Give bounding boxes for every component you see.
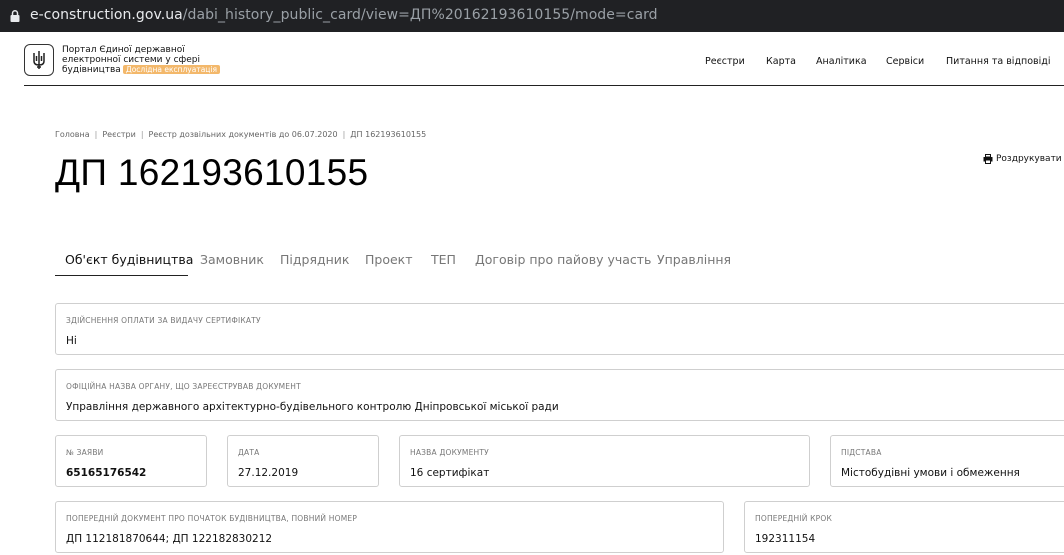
field-document-name-label: Назва документу (410, 448, 489, 457)
field-date-label: Дата (238, 448, 260, 457)
url-path: /dabi_history_public_card/view=ДП%201621… (182, 7, 658, 23)
browser-address-bar[interactable]: e-construction.gov.ua/dabi_history_publi… (0, 0, 1064, 32)
portal-title[interactable]: Портал Єдиної державної електронної сист… (62, 45, 222, 75)
field-payment-label: Здійснення оплати за видачу сертифікату (66, 316, 261, 325)
tab-equity-agreement[interactable]: Договір про пайову участь (475, 252, 651, 267)
field-basis-label: Підстава (841, 448, 882, 457)
nav-registries[interactable]: Реєстри (705, 56, 745, 67)
field-authority-value: Управління державного архітектурно-будів… (66, 401, 559, 413)
tab-construction-object[interactable]: Об'єкт будівництва (65, 252, 193, 267)
tab-management[interactable]: Управління (657, 252, 731, 267)
page-title: ДП 162193610155 (55, 152, 369, 193)
nav-services[interactable]: Сервіси (886, 56, 924, 67)
field-payment: Здійснення оплати за видачу сертифікату … (55, 303, 1064, 355)
trial-badge: Дослідна експлуатація (122, 65, 221, 74)
field-previous-document-label: Попередній документ про початок будівниц… (66, 514, 358, 523)
breadcrumb: Головна | Реєстри | Реєстр дозвільних докуме… (55, 130, 427, 139)
field-basis: Підстава Містобудівні умови і обмеження (830, 435, 1064, 487)
breadcrumb-current: ДП 162193610155 (350, 130, 427, 139)
url-text[interactable]: e-construction.gov.ua/dabi_history_publi… (30, 7, 658, 23)
field-basis-value: Містобудівні умови і обмеження (841, 467, 1020, 479)
site-header: Портал Єдиної державної електронної сист… (24, 32, 1064, 86)
trident-logo[interactable] (24, 44, 54, 76)
url-host: e-construction.gov.ua (30, 7, 183, 23)
field-document-name: Назва документу 16 сертифікат (399, 435, 810, 487)
lock-icon (10, 10, 20, 22)
portal-title-line3: будівництва (62, 65, 121, 75)
field-application-number-label: № заяви (66, 448, 104, 457)
printer-icon (983, 154, 993, 164)
field-previous-step-value: 192311154 (755, 533, 816, 545)
trident-icon (33, 51, 45, 69)
tab-customer[interactable]: Замовник (200, 252, 264, 267)
tab-tep[interactable]: ТЕП (431, 252, 456, 267)
breadcrumb-registry[interactable]: Реєстр дозвільних документів до 06.07.20… (149, 130, 338, 139)
print-button[interactable]: Роздрукувати (983, 154, 1062, 164)
field-application-number: № заяви 65165176542 (55, 435, 207, 487)
field-authority-label: Офіційна назва органу, що зареєстрував д… (66, 382, 301, 391)
portal-title-line2: електронної системи у сфері (62, 55, 200, 65)
field-previous-document-value: ДП 112181870644; ДП 122182830212 (66, 533, 273, 545)
nav-analytics[interactable]: Аналітика (816, 56, 867, 67)
field-payment-value: Ні (66, 335, 77, 347)
active-tab-indicator (55, 275, 188, 276)
tab-contractor[interactable]: Підрядник (280, 252, 349, 267)
field-authority: Офіційна назва органу, що зареєстрував д… (55, 369, 1064, 421)
breadcrumb-home[interactable]: Головна (55, 130, 90, 139)
breadcrumb-registries[interactable]: Реєстри (102, 130, 135, 139)
field-previous-step: Попередній крок 192311154 (744, 501, 1064, 553)
field-application-number-value: 65165176542 (66, 467, 147, 479)
portal-title-line1: Портал Єдиної державної (62, 45, 185, 55)
field-previous-document: Попередній документ про початок будівниц… (55, 501, 724, 553)
nav-faq[interactable]: Питання та відповіді (946, 56, 1050, 67)
field-date: Дата 27.12.2019 (227, 435, 379, 487)
field-previous-step-label: Попередній крок (755, 514, 832, 523)
nav-map[interactable]: Карта (766, 56, 796, 67)
print-label: Роздрукувати (996, 154, 1062, 164)
field-document-name-value: 16 сертифікат (410, 467, 490, 479)
tab-project[interactable]: Проект (365, 252, 413, 267)
field-date-value: 27.12.2019 (238, 467, 299, 479)
